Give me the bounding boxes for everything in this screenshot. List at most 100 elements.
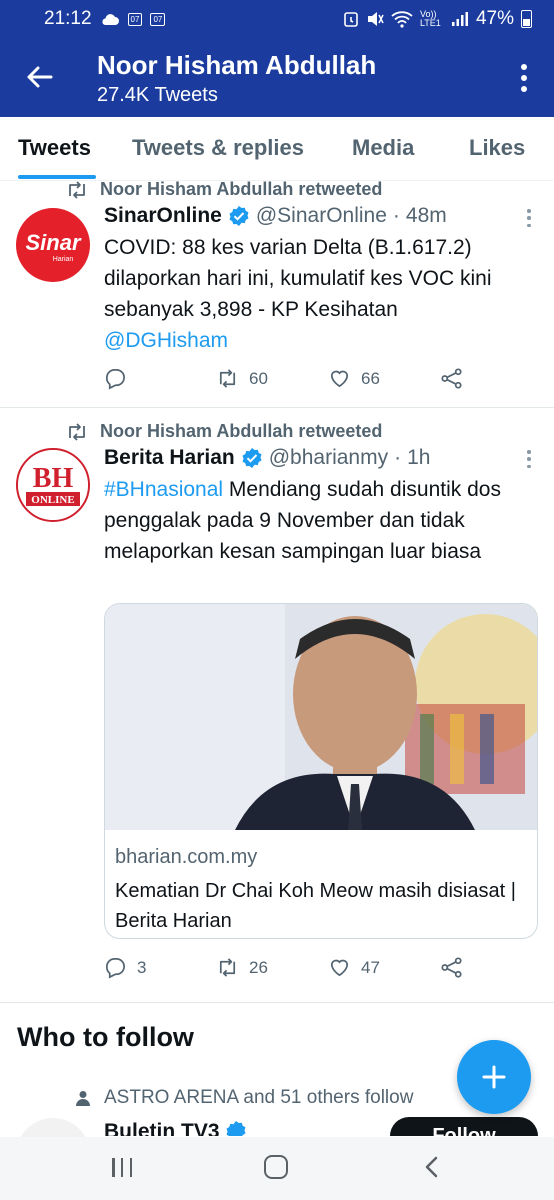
suggested-account-name[interactable]: Buletin TV3 xyxy=(104,1119,247,1136)
tweet-text-body: COVID: 88 kes varian Delta (B.1.617.2) d… xyxy=(104,236,492,321)
separator-dot: · xyxy=(394,446,402,469)
tweet[interactable]: Noor Hisham Abdullah retweeted BH ONLINE… xyxy=(0,408,554,1003)
retweet-icon xyxy=(69,180,85,199)
reply-icon xyxy=(106,369,125,390)
profile-tabs: Tweets Tweets & replies Media Likes xyxy=(0,117,554,181)
like-icon xyxy=(330,959,349,977)
battery-percent: 47% xyxy=(475,8,514,29)
status-notification-icon: 07 xyxy=(150,12,166,26)
card-domain: bharian.com.my xyxy=(115,846,258,868)
like-count: 47 xyxy=(361,957,380,977)
social-context-label: ASTRO ARENA and 51 others follow xyxy=(104,1087,414,1108)
network-label: Vo)) LTE1 xyxy=(419,9,441,28)
reply-icon xyxy=(106,958,125,979)
verified-icon xyxy=(229,206,249,226)
author-name[interactable]: SinarOnline xyxy=(104,204,222,228)
wifi-icon xyxy=(391,11,413,28)
mute-icon xyxy=(367,12,384,26)
author-name[interactable]: Berita Harian xyxy=(104,446,235,470)
tweet-actions: 60 66 xyxy=(104,367,524,393)
avatar[interactable]: Sinar Harian xyxy=(16,208,90,282)
share-icon xyxy=(441,957,462,978)
retweet-button[interactable]: 26 xyxy=(216,956,268,979)
svg-text:ONLINE: ONLINE xyxy=(31,494,74,506)
tweet-more-icon[interactable] xyxy=(526,209,532,227)
follow-button[interactable]: Follow xyxy=(390,1117,538,1136)
like-button[interactable]: 66 xyxy=(328,367,380,390)
like-button[interactable]: 47 xyxy=(328,956,380,979)
svg-text:Sinar: Sinar xyxy=(25,230,81,255)
profile-name: Noor Hisham Abdullah xyxy=(97,50,377,80)
retweet-context-label: Noor Hisham Abdullah retweeted xyxy=(100,179,383,199)
tweet-time: 48m xyxy=(405,204,447,227)
tweet-count: 27.4K Tweets xyxy=(97,84,218,106)
compose-button[interactable] xyxy=(457,1040,531,1114)
home-icon[interactable] xyxy=(264,1155,288,1179)
avatar[interactable]: BH ONLINE xyxy=(16,448,90,522)
cloud-icon xyxy=(102,14,119,25)
bh-online-logo: BH ONLINE xyxy=(18,450,88,520)
signal-icon xyxy=(451,12,468,26)
author-handle: @SinarOnline xyxy=(255,204,387,227)
card-title: Kematian Dr Chai Koh Meow masih disiasat… xyxy=(115,880,516,932)
tweet-author-row: SinarOnline @SinarOnline · 48m xyxy=(104,204,447,228)
who-to-follow-heading: Who to follow xyxy=(17,1022,194,1052)
back-arrow-icon[interactable] xyxy=(24,62,54,92)
retweet-icon xyxy=(219,958,236,977)
separator-dot: · xyxy=(392,204,400,227)
status-time: 21:12 xyxy=(44,8,92,29)
tab-likes[interactable]: Likes xyxy=(469,135,525,161)
status-left: 21:12 07 07 xyxy=(44,8,166,30)
verified-icon xyxy=(242,448,262,468)
retweet-context: Noor Hisham Abdullah retweeted xyxy=(66,421,382,442)
svg-text:Harian: Harian xyxy=(53,256,74,263)
sinar-logo: Sinar Harian xyxy=(25,230,81,263)
share-icon xyxy=(441,368,462,389)
profile-header: Noor Hisham Abdullah 27.4K Tweets xyxy=(0,38,554,117)
retweet-context: Noor Hisham Abdullah retweeted xyxy=(66,179,382,200)
mention-link[interactable]: @DGHisham xyxy=(104,329,228,352)
like-count: 66 xyxy=(361,368,380,388)
svg-text:BH: BH xyxy=(33,463,74,494)
recent-apps-icon[interactable] xyxy=(112,1158,132,1178)
back-icon[interactable] xyxy=(420,1155,444,1179)
system-nav-bar xyxy=(0,1137,554,1200)
tweet-actions: 3 26 47 xyxy=(104,956,524,982)
link-card[interactable]: bharian.com.my Kematian Dr Chai Koh Meow… xyxy=(104,603,538,939)
tweet-author-row: Berita Harian @bharianmy · 1h xyxy=(104,446,430,470)
status-right: Vo)) LTE1 47% xyxy=(343,8,532,30)
tweet-text: #BHnasional Mendiang sudah disuntik dos … xyxy=(104,474,524,567)
reply-button[interactable] xyxy=(104,367,137,390)
battery-icon xyxy=(521,10,532,28)
avatar[interactable] xyxy=(16,1118,90,1138)
status-notification-icon: 07 xyxy=(127,12,143,26)
follow-social-context: ASTRO ARENA and 51 others follow xyxy=(76,1087,413,1109)
person-icon xyxy=(76,1091,90,1106)
card-image xyxy=(105,604,537,830)
like-icon xyxy=(330,370,349,388)
tweet-time: 1h xyxy=(407,446,431,469)
retweet-icon xyxy=(69,422,85,441)
tab-media[interactable]: Media xyxy=(352,135,414,161)
reply-button[interactable]: 3 xyxy=(104,956,146,979)
tweet-text: COVID: 88 kes varian Delta (B.1.617.2) d… xyxy=(104,232,524,356)
retweet-icon xyxy=(219,369,236,388)
compose-icon xyxy=(482,1065,506,1089)
verified-icon xyxy=(226,1121,246,1136)
reply-count: 3 xyxy=(137,957,147,977)
retweet-context-label: Noor Hisham Abdullah retweeted xyxy=(100,421,383,441)
retweet-button[interactable]: 60 xyxy=(216,367,268,390)
share-button[interactable] xyxy=(440,956,463,979)
tweet[interactable]: Noor Hisham Abdullah retweeted Sinar Har… xyxy=(0,179,554,408)
tweet-more-icon[interactable] xyxy=(526,450,532,468)
retweet-count: 60 xyxy=(249,368,268,388)
hashtag-link[interactable]: #BHnasional xyxy=(104,478,223,501)
alarm-icon xyxy=(344,12,358,27)
retweet-count: 26 xyxy=(249,957,268,977)
share-button[interactable] xyxy=(440,367,463,390)
status-bar: 21:12 07 07 Vo)) LTE1 47% xyxy=(0,0,554,38)
tab-tweets-and-replies[interactable]: Tweets & replies xyxy=(132,135,304,161)
tab-tweets[interactable]: Tweets xyxy=(18,135,91,161)
more-vertical-icon[interactable] xyxy=(520,64,528,92)
author-handle: @bharianmy xyxy=(268,446,389,469)
